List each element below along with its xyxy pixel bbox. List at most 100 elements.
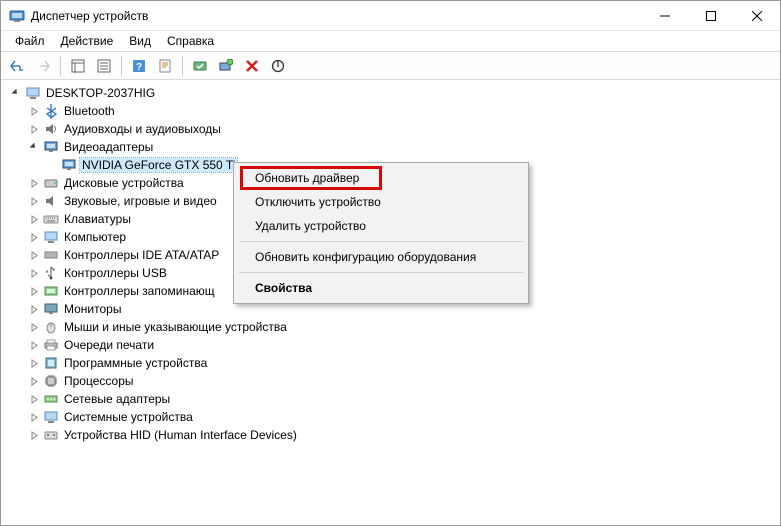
expand-icon[interactable] [27,104,41,118]
minimize-button[interactable] [642,1,688,31]
tree-item-label: Контроллеры IDE ATA/ATAP [62,248,221,262]
tree-item-label: Мониторы [62,302,123,316]
disk-icon [43,175,59,191]
tree-item-hid[interactable]: Устройства HID (Human Interface Devices) [27,426,772,444]
window-controls [642,1,780,30]
expand-icon[interactable] [27,338,41,352]
tree-item-audio[interactable]: Аудиовходы и аудиовыходы [27,120,772,138]
tree-root[interactable]: DESKTOP-2037HIG [9,84,772,102]
expand-icon[interactable] [27,302,41,316]
toolbar-separator [182,56,183,76]
toolbar-help-icon[interactable]: ? [127,55,151,77]
window-title: Диспетчер устройств [31,9,642,23]
display-adapter-icon [43,139,59,155]
maximize-button[interactable] [688,1,734,31]
ctx-disable-device[interactable]: Отключить устройство [237,190,525,214]
toolbar-update-icon[interactable] [188,55,212,77]
tree-item-mouse[interactable]: Мыши и иные указывающие устройства [27,318,772,336]
tree-item-label: Системные устройства [62,410,195,424]
storage-icon [43,283,59,299]
expand-icon[interactable] [27,284,41,298]
tree-item-label: Устройства HID (Human Interface Devices) [62,428,299,442]
tree-item-network[interactable]: Сетевые адаптеры [27,390,772,408]
tree-item-label: Видеоадаптеры [62,140,155,154]
tree-item-label: Звуковые, игровые и видео [62,194,219,208]
system-icon [43,409,59,425]
app-icon [9,8,25,24]
tree-item-display-adapters[interactable]: Видеоадаптеры [27,138,772,156]
menu-file[interactable]: Файл [7,32,53,50]
expand-icon[interactable] [27,320,41,334]
tree-item-label: Компьютер [62,230,128,244]
tree-item-label-selected: NVIDIA GeForce GTX 550 Ti [80,158,237,172]
cpu-icon [43,373,59,389]
expand-icon[interactable] [27,230,41,244]
ctx-uninstall-device[interactable]: Удалить устройство [237,214,525,238]
expand-icon[interactable] [27,176,41,190]
expand-icon[interactable] [27,374,41,388]
monitor-icon [43,301,59,317]
tree-item-label: Программные устройства [62,356,209,370]
tree-item-label: Контроллеры запоминающ [62,284,217,298]
expand-icon[interactable] [27,428,41,442]
toolbar-forward-icon[interactable] [31,55,55,77]
toolbar-list-icon[interactable] [92,55,116,77]
computer-icon [25,85,41,101]
usb-icon [43,265,59,281]
tree-item-cpu[interactable]: Процессоры [27,372,772,390]
tree-item-printq[interactable]: Очереди печати [27,336,772,354]
tree-item-label: Очереди печати [62,338,156,352]
toolbar-scan-icon[interactable] [214,55,238,77]
tree-item-label: Мыши и иные указывающие устройства [62,320,289,334]
toolbar-disable-icon[interactable] [266,55,290,77]
tree-item-system[interactable]: Системные устройства [27,408,772,426]
toolbar-back-icon[interactable] [5,55,29,77]
tree-item-label: Сетевые адаптеры [62,392,172,406]
tree-item-bluetooth[interactable]: Bluetooth [27,102,772,120]
expand-icon[interactable] [27,392,41,406]
expand-icon[interactable] [27,248,41,262]
toolbar-separator [60,56,61,76]
toolbar-uninstall-icon[interactable] [240,55,264,77]
menu-action[interactable]: Действие [53,32,122,50]
sound-icon [43,193,59,209]
collapse-icon[interactable] [9,86,23,100]
menu-view[interactable]: Вид [121,32,159,50]
tree-item-label: Клавиатуры [62,212,133,226]
audio-icon [43,121,59,137]
expand-icon[interactable] [27,212,41,226]
tree-item-label: Bluetooth [62,104,117,118]
toolbar: ? [1,52,780,80]
ctx-update-driver[interactable]: Обновить драйвер [237,166,525,190]
expand-icon[interactable] [27,410,41,424]
ctx-properties[interactable]: Свойства [237,276,525,300]
tree-item-label: Дисковые устройства [62,176,186,190]
collapse-icon[interactable] [27,140,41,154]
expand-icon[interactable] [27,356,41,370]
close-button[interactable] [734,1,780,31]
expand-icon[interactable] [27,194,41,208]
software-icon [43,355,59,371]
toolbar-separator [121,56,122,76]
toolbar-properties-icon[interactable] [153,55,177,77]
tree-root-label: DESKTOP-2037HIG [44,86,157,100]
toolbar-detail-icon[interactable] [66,55,90,77]
bluetooth-icon [43,103,59,119]
tree-item-software[interactable]: Программные устройства [27,354,772,372]
ctx-separator [239,272,523,273]
context-menu: Обновить драйвер Отключить устройство Уд… [233,162,529,304]
ctx-scan-hardware[interactable]: Обновить конфигурацию оборудования [237,245,525,269]
expand-icon[interactable] [27,266,41,280]
display-adapter-icon [61,157,77,173]
ide-icon [43,247,59,263]
tree-item-label: Процессоры [62,374,136,388]
keyboard-icon [43,211,59,227]
mouse-icon [43,319,59,335]
printer-icon [43,337,59,353]
titlebar: Диспетчер устройств [1,1,780,31]
tree-item-label: Контроллеры USB [62,266,169,280]
tree-item-label: Аудиовходы и аудиовыходы [62,122,223,136]
menu-help[interactable]: Справка [159,32,222,50]
expand-icon[interactable] [27,122,41,136]
svg-text:?: ? [136,62,142,73]
